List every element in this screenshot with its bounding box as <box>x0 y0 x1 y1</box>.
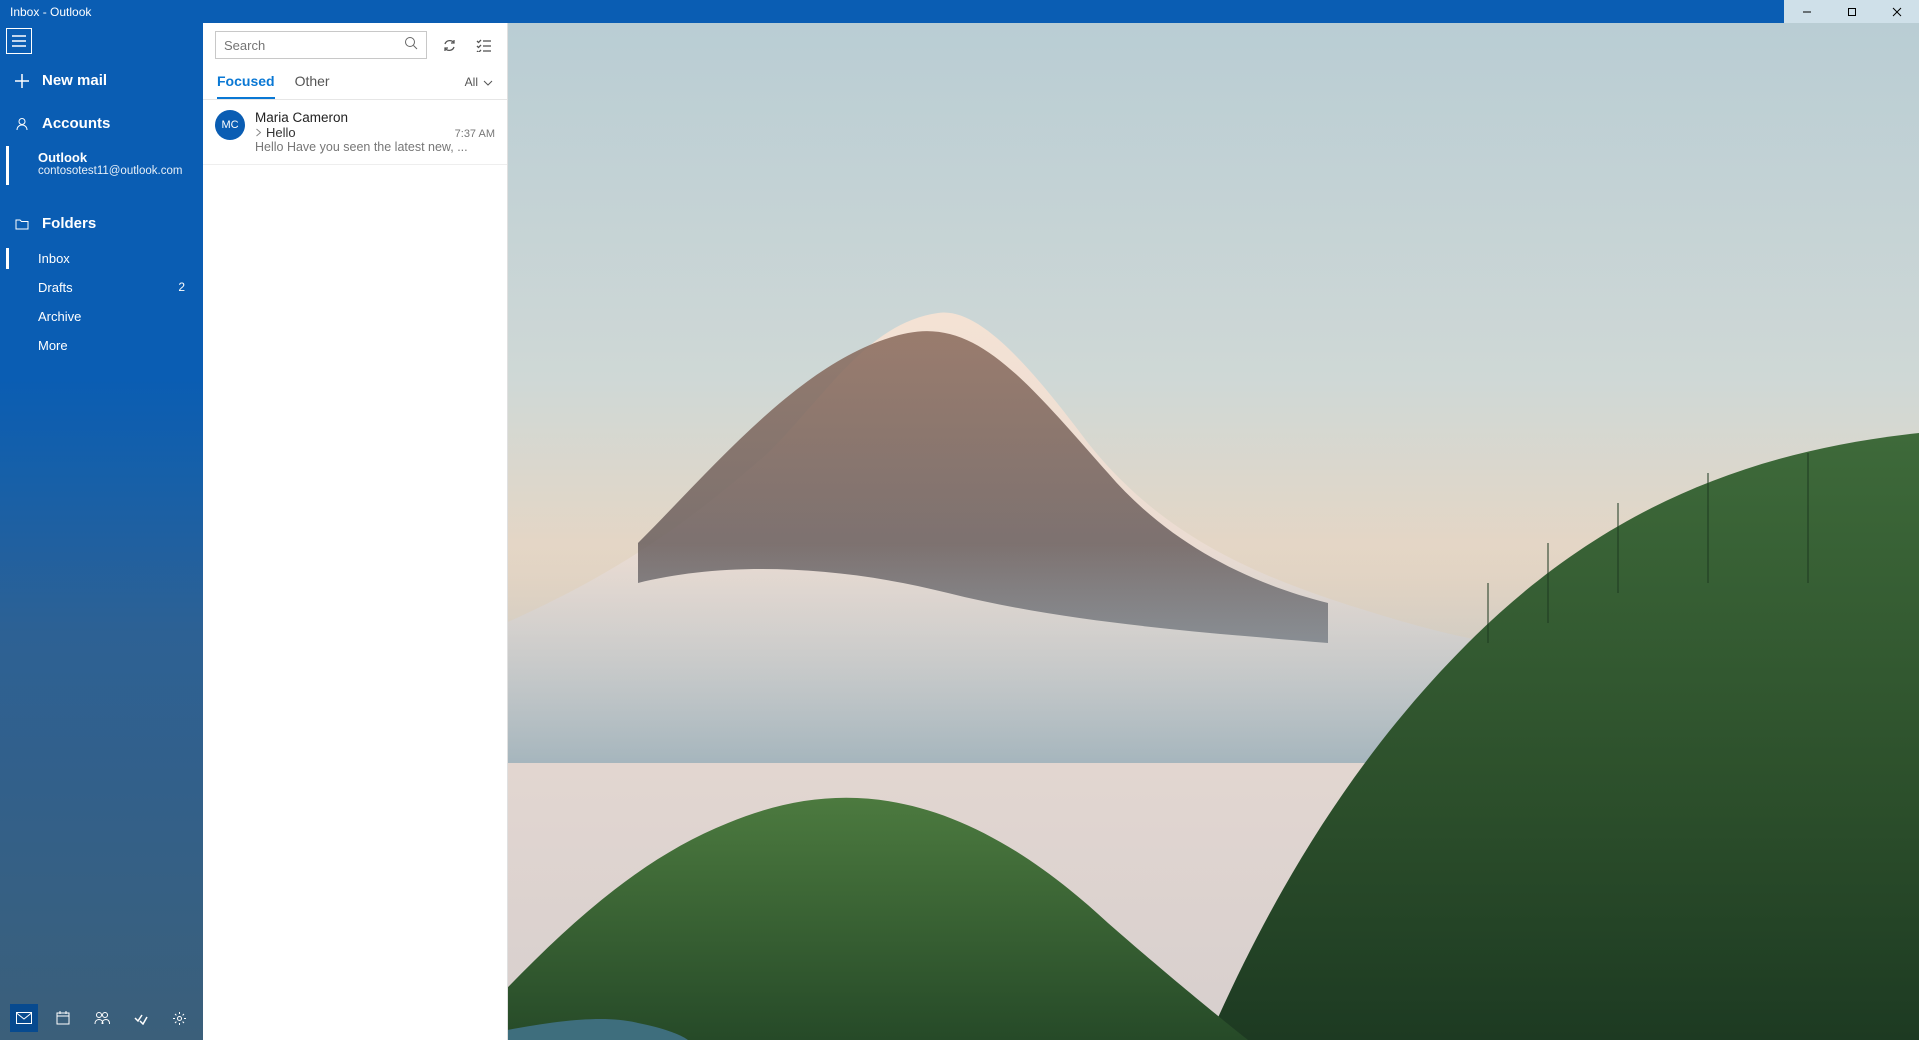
chevron-down-icon <box>483 75 493 89</box>
search-icon[interactable] <box>404 36 418 55</box>
sidebar-bottom-bar <box>0 996 203 1040</box>
people-icon[interactable] <box>88 1004 116 1032</box>
tabs-row: Focused Other All <box>203 67 507 100</box>
sidebar: New mail Accounts Outlook contosotest11@… <box>0 23 203 1040</box>
folder-inbox[interactable]: Inbox <box>0 244 203 273</box>
tab-other[interactable]: Other <box>295 73 330 99</box>
chevron-right-icon <box>255 125 262 140</box>
titlebar: Inbox - Outlook <box>0 0 1919 23</box>
account-entry[interactable]: Outlook contosotest11@outlook.com <box>0 144 203 187</box>
hamburger-button[interactable] <box>6 28 32 54</box>
search-box[interactable] <box>215 31 427 59</box>
folder-count: 2 <box>178 280 185 295</box>
tab-focused[interactable]: Focused <box>217 73 275 99</box>
window-controls <box>1784 0 1919 23</box>
account-name: Outlook <box>38 150 189 165</box>
message-subject: Hello <box>266 125 296 140</box>
search-input[interactable] <box>224 38 404 53</box>
todo-icon[interactable] <box>127 1004 155 1032</box>
folder-label: Archive <box>38 309 81 324</box>
accounts-header[interactable]: Accounts <box>0 101 203 144</box>
folder-label: Drafts <box>38 280 73 295</box>
folder-more[interactable]: More <box>0 331 203 360</box>
maximize-button[interactable] <box>1829 0 1874 23</box>
settings-icon[interactable] <box>166 1004 194 1032</box>
plus-icon <box>14 74 30 88</box>
select-mode-button[interactable] <box>471 33 495 57</box>
list-toolbar <box>203 23 507 67</box>
mail-icon[interactable] <box>10 1004 38 1032</box>
new-mail-button[interactable]: New mail <box>0 58 203 101</box>
message-list-pane: Focused Other All MC Maria Cameron <box>203 23 508 1040</box>
account-address: contosotest11@outlook.com <box>38 165 189 177</box>
minimize-button[interactable] <box>1784 0 1829 23</box>
reading-pane <box>508 23 1919 1040</box>
avatar: MC <box>215 110 245 140</box>
folder-label: Inbox <box>38 251 70 266</box>
message-sender: Maria Cameron <box>255 110 495 125</box>
folder-icon <box>14 218 30 230</box>
message-time: 7:37 AM <box>455 128 495 140</box>
filter-dropdown[interactable]: All <box>465 75 493 97</box>
folders-header[interactable]: Folders <box>0 201 203 244</box>
main-layout: New mail Accounts Outlook contosotest11@… <box>0 23 1919 1040</box>
folder-archive[interactable]: Archive <box>0 302 203 331</box>
message-item[interactable]: MC Maria Cameron Hello 7:37 AM Hello Hav… <box>203 100 507 165</box>
close-button[interactable] <box>1874 0 1919 23</box>
message-preview: Hello Have you seen the latest new, ... <box>255 140 495 154</box>
folder-drafts[interactable]: Drafts 2 <box>0 273 203 302</box>
filter-label: All <box>465 75 478 89</box>
new-mail-label: New mail <box>42 72 107 89</box>
calendar-icon[interactable] <box>49 1004 77 1032</box>
person-icon <box>14 117 30 131</box>
folder-label: More <box>38 338 68 353</box>
sync-button[interactable] <box>437 33 461 57</box>
accounts-label: Accounts <box>42 115 110 132</box>
window-title: Inbox - Outlook <box>10 5 91 19</box>
folders-label: Folders <box>42 215 96 232</box>
